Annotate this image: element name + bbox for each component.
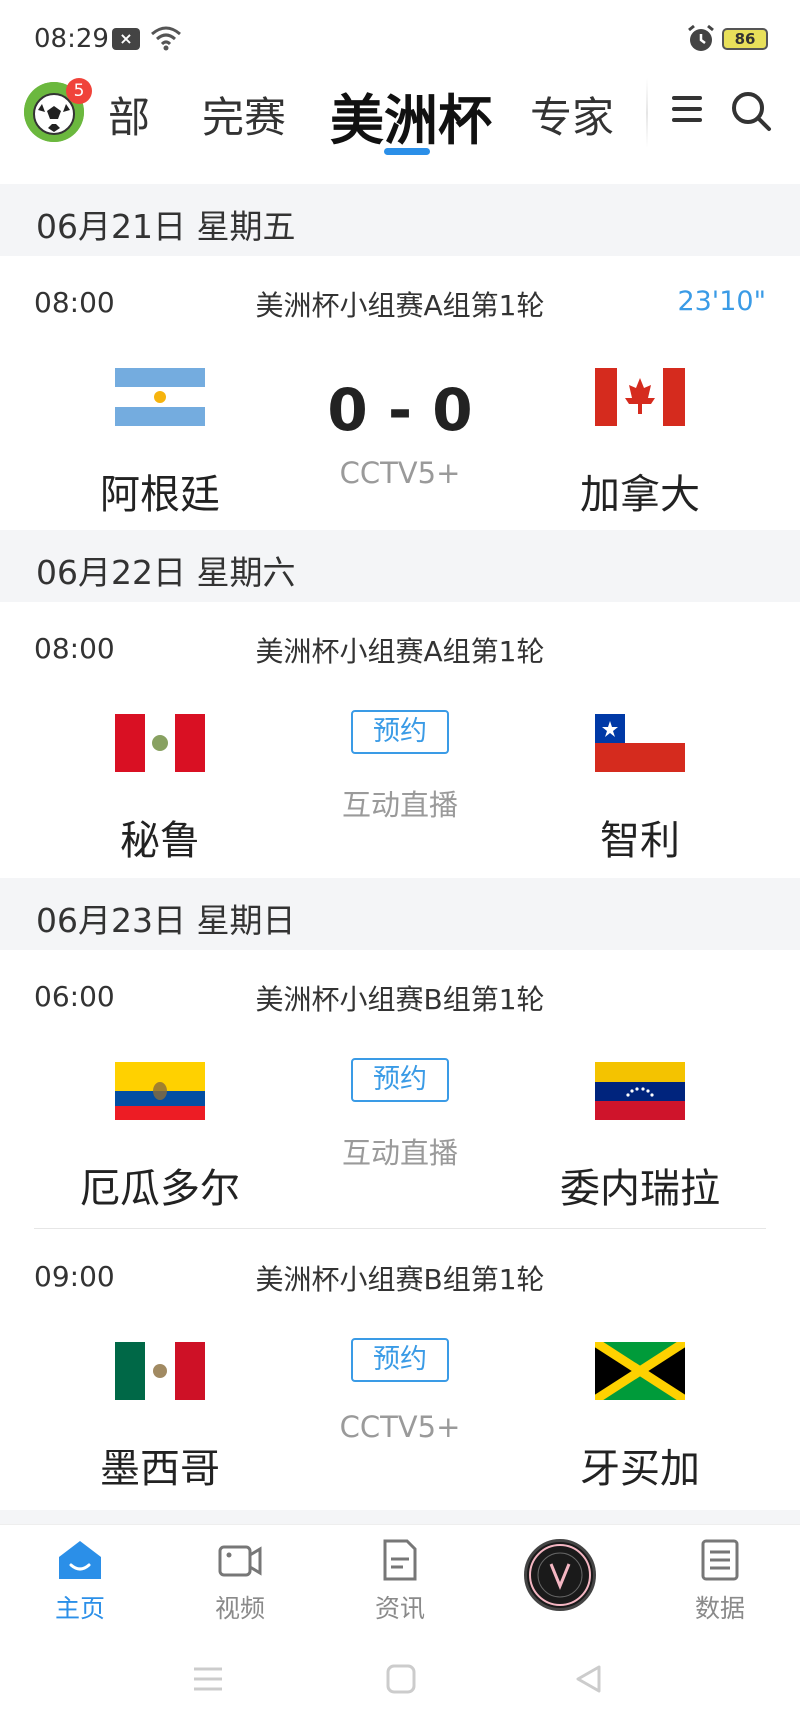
match-league: 美洲杯小组赛B组第1轮	[255, 1263, 545, 1296]
match-score: 0 - 0	[327, 376, 473, 444]
bottom-nav-video[interactable]: 视频	[180, 1539, 300, 1625]
tab-all[interactable]: 部	[108, 84, 150, 145]
home-team-name: 墨西哥	[100, 1446, 220, 1492]
reserve-button[interactable]: 预约	[351, 710, 449, 754]
club-logo-icon[interactable]	[524, 1539, 596, 1611]
away-team-name: 委内瑞拉	[560, 1166, 720, 1212]
search-icon[interactable]	[730, 90, 772, 132]
match-card[interactable]: 08:00 美洲杯小组赛A组第1轮 预约 互动直播 秘鲁 智利	[0, 602, 800, 878]
argentina-flag-icon	[115, 368, 205, 426]
bottom-gap	[0, 1510, 800, 1524]
notification-badge: 5	[66, 78, 92, 104]
data-icon	[701, 1539, 739, 1581]
date-label: 06月23日 星期日	[36, 901, 296, 940]
jamaica-flag-icon	[595, 1342, 685, 1400]
away-team-name: 牙买加	[580, 1446, 700, 1492]
battery-indicator: 86	[722, 28, 768, 50]
canada-flag-icon	[595, 368, 685, 426]
bottom-nav: 主页 视频 资讯 数据	[0, 1524, 800, 1624]
top-nav: 5 部 完赛 美洲杯 专家	[0, 78, 800, 184]
bottom-nav-label: 资讯	[374, 1594, 425, 1623]
tab-finished[interactable]: 完赛	[202, 84, 286, 145]
wifi-icon	[151, 26, 181, 51]
bottom-nav-news[interactable]: 资讯	[340, 1539, 460, 1625]
status-time: 08:29	[34, 24, 109, 54]
menu-icon[interactable]	[670, 92, 704, 126]
system-nav-bar	[0, 1624, 800, 1733]
match-league: 美洲杯小组赛B组第1轮	[255, 983, 545, 1016]
bottom-nav-home[interactable]: 主页	[20, 1539, 140, 1625]
match-clock: 23'10"	[677, 286, 766, 317]
nav-divider	[646, 78, 648, 148]
active-tab-indicator	[384, 148, 430, 155]
home-team-name: 厄瓜多尔	[80, 1166, 240, 1212]
inter-miami-crest-icon	[529, 1544, 591, 1606]
alarm-icon	[688, 24, 714, 51]
bottom-nav-label: 主页	[54, 1594, 105, 1623]
date-header: 06月23日 星期日	[0, 878, 800, 950]
home-team-name: 阿根廷	[100, 472, 220, 518]
mexico-flag-icon	[115, 1342, 205, 1400]
video-icon	[218, 1545, 262, 1577]
home-icon	[59, 1541, 101, 1579]
row-divider	[34, 1228, 766, 1229]
bottom-nav-label: 数据	[694, 1594, 745, 1623]
away-team-name: 加拿大	[580, 472, 700, 518]
tab-copa-america[interactable]: 美洲杯	[330, 76, 492, 155]
date-header: 06月21日 星期五	[0, 184, 800, 256]
match-league: 美洲杯小组赛A组第1轮	[255, 635, 545, 668]
recent-apps-icon[interactable]	[192, 1666, 224, 1692]
date-label: 06月22日 星期六	[36, 553, 296, 592]
peru-flag-icon	[115, 714, 205, 772]
match-card[interactable]: 08:00 美洲杯小组赛A组第1轮 23'10" 0 - 0 CCTV5+ 阿根…	[0, 256, 800, 530]
news-icon	[383, 1539, 417, 1581]
home-team-name: 秘鲁	[120, 818, 200, 864]
date-label: 06月21日 星期五	[36, 207, 296, 246]
chile-flag-icon	[595, 714, 685, 772]
reserve-button[interactable]: 预约	[351, 1338, 449, 1382]
away-team-name: 智利	[600, 818, 680, 864]
match-card[interactable]: 06:00 美洲杯小组赛B组第1轮 预约 互动直播 厄瓜多尔 委内瑞拉	[0, 950, 800, 1226]
status-bar: 08:29 × 86	[0, 0, 800, 78]
ecuador-flag-icon	[115, 1062, 205, 1120]
tab-experts[interactable]: 专家	[530, 84, 614, 145]
back-icon[interactable]	[574, 1664, 602, 1694]
date-header: 06月22日 星期六	[0, 530, 800, 602]
venezuela-flag-icon	[595, 1062, 685, 1120]
reserve-button[interactable]: 预约	[351, 1058, 449, 1102]
bottom-nav-data[interactable]: 数据	[660, 1539, 780, 1625]
notification-x-icon: ×	[112, 28, 140, 50]
match-card[interactable]: 09:00 美洲杯小组赛B组第1轮 预约 CCTV5+ 墨西哥 牙买加	[0, 1230, 800, 1510]
bottom-nav-label: 视频	[214, 1594, 265, 1623]
home-button-icon[interactable]	[386, 1664, 416, 1694]
